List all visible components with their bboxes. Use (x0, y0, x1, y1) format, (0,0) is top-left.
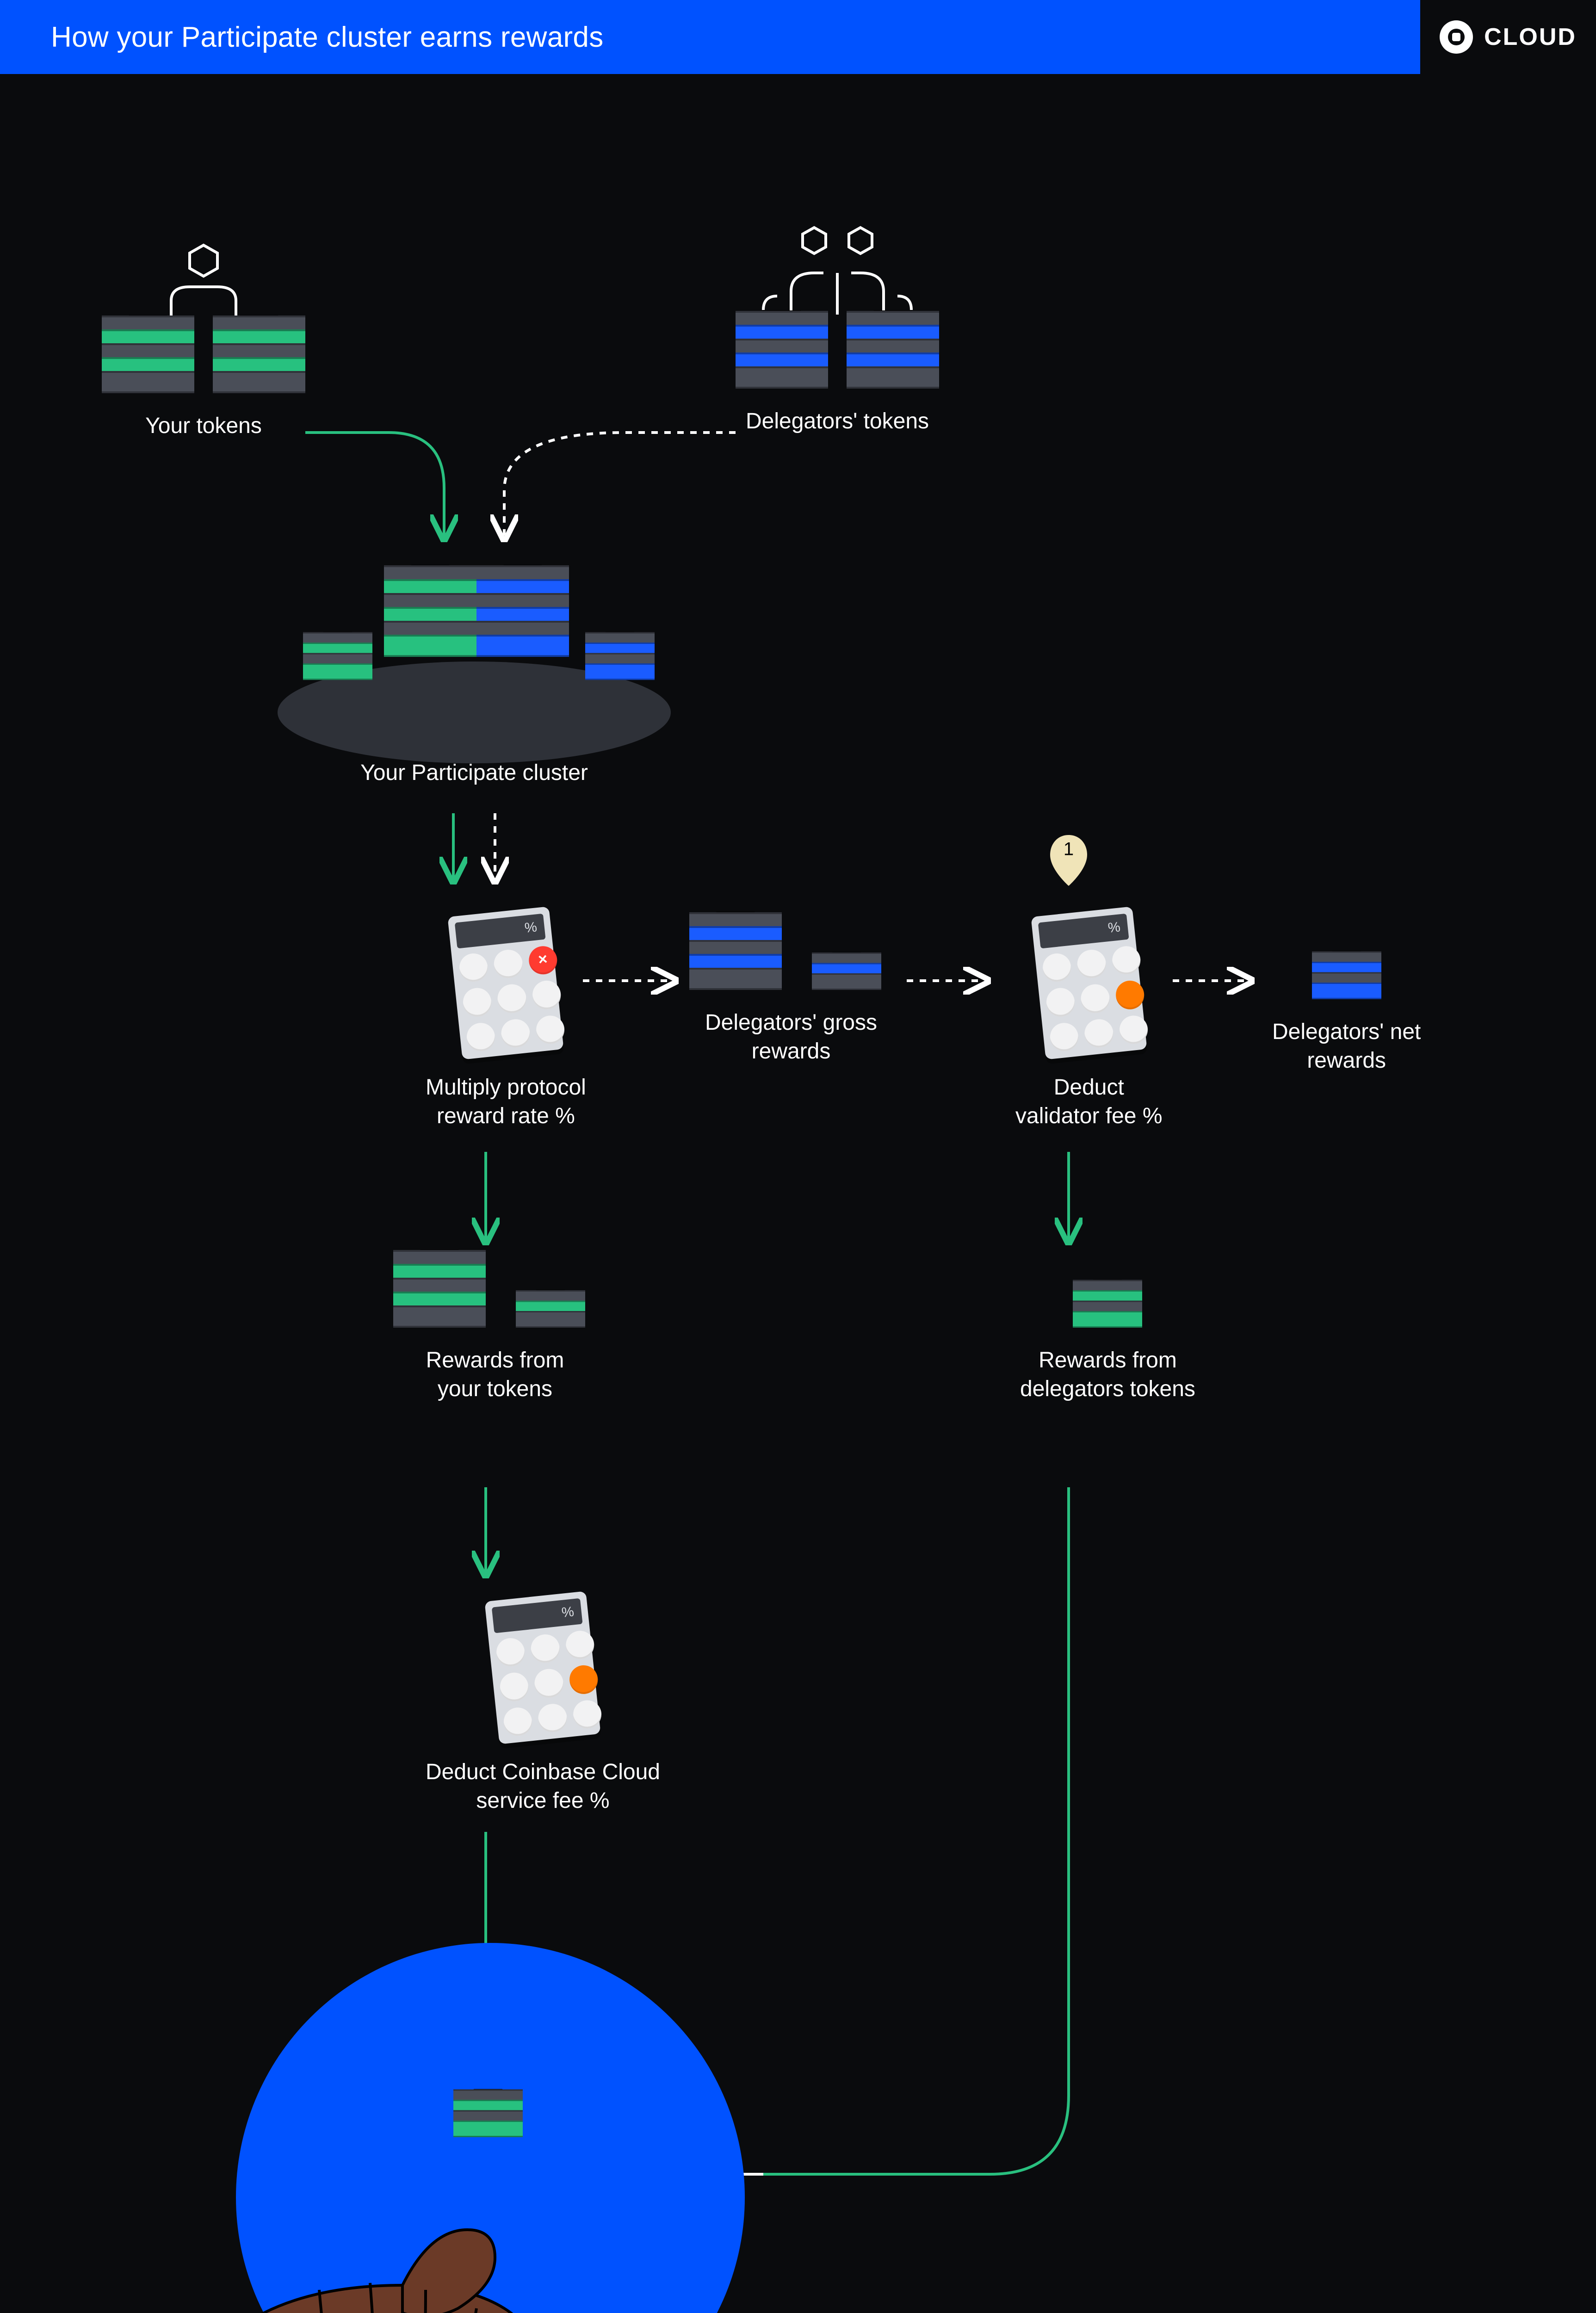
label-delegators-tokens: Delegators' tokens (746, 407, 929, 436)
node-deduct-cc: % Deduct Coinbase Cloud service fee % (426, 1596, 660, 1816)
token-stack-green (453, 2096, 523, 2137)
brand-name: CLOUD (1484, 23, 1577, 51)
token-stack-blue (585, 638, 655, 680)
calc-screen: % (1038, 914, 1129, 949)
node-rewards-delegators: Rewards from delegators tokens (1020, 1272, 1195, 1404)
label-multiply-rate: Multiply protocol reward rate % (426, 1073, 586, 1131)
node-multiply-rate: % Multiply protocol reward rate % (426, 911, 586, 1131)
label-delegators-net: Delegators' net rewards (1272, 1018, 1421, 1076)
node-deduct-validator: % Deduct validator fee % (1015, 911, 1163, 1131)
token-stack-green (516, 1297, 585, 1328)
brand: CLOUD (1420, 0, 1596, 74)
node-delegators-gross: Delegators' gross rewards (689, 921, 893, 1066)
token-stack-blue (476, 574, 569, 657)
calculator-icon: % (1031, 906, 1147, 1059)
node-total (442, 2082, 534, 2137)
people-group-icon (749, 217, 925, 319)
page-title: How your Participate cluster earns rewar… (51, 21, 604, 54)
coinbase-logo-icon (1440, 20, 1473, 54)
token-stack-green (213, 324, 305, 393)
label-delegators-gross: Delegators' gross rewards (705, 1008, 877, 1066)
calculator-icon: % (485, 1591, 601, 1744)
calc-screen: % (455, 914, 546, 949)
token-stack-blue (736, 319, 828, 389)
token-stack-blue (689, 921, 782, 990)
token-stack-blue (1312, 958, 1381, 999)
calculator-icon: % (448, 906, 564, 1059)
token-stack-green (393, 1258, 486, 1328)
calc-screen: % (492, 1598, 583, 1633)
header-bar: How your Participate cluster earns rewar… (0, 0, 1531, 74)
token-stack-blue (812, 959, 881, 990)
node-cluster: Your Participate cluster (278, 546, 671, 787)
token-stack-green (303, 638, 372, 680)
token-stack-green (102, 324, 194, 393)
person-icon (153, 241, 254, 324)
node-delegators-net: Delegators' net rewards (1272, 944, 1421, 1076)
label-rewards-delegators: Rewards from delegators tokens (1020, 1346, 1195, 1404)
pin-number: 1 (1064, 839, 1074, 860)
node-rewards-own: Rewards from your tokens (393, 1258, 597, 1404)
node-delegators-tokens: Delegators' tokens (736, 217, 939, 436)
pin-marker: 1 (1048, 833, 1089, 888)
token-stack-blue (847, 319, 939, 389)
token-stack-green (1073, 1286, 1142, 1328)
hand-icon (208, 2174, 588, 2313)
label-rewards-own: Rewards from your tokens (426, 1346, 564, 1404)
node-your-tokens: Your tokens (102, 241, 305, 440)
token-stack-green (384, 574, 476, 657)
label-your-tokens: Your tokens (145, 412, 262, 440)
label-deduct-validator: Deduct validator fee % (1015, 1073, 1163, 1131)
label-deduct-cc: Deduct Coinbase Cloud service fee % (426, 1758, 660, 1816)
